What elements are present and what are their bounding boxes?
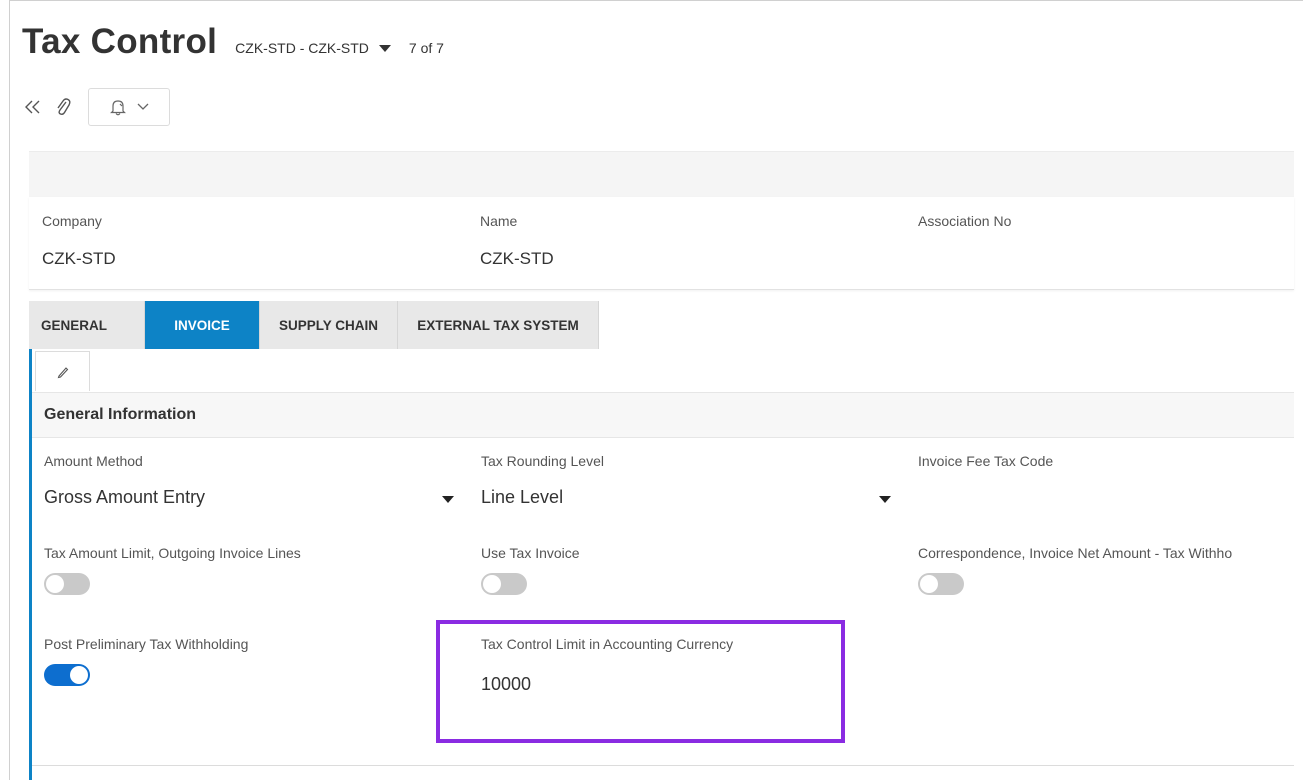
name-field: Name CZK-STD: [480, 213, 554, 269]
company-label: Company: [42, 213, 102, 229]
tab-supply-chain-label: SUPPLY CHAIN: [278, 317, 379, 333]
tab-invoice[interactable]: INVOICE: [145, 301, 260, 349]
tax-amount-limit-label: Tax Amount Limit, Outgoing Invoice Lines: [44, 545, 301, 561]
tax-amount-limit-toggle[interactable]: [44, 573, 90, 595]
tab-bar: GENERAL INVOICE SUPPLY CHAIN EXTERNAL TA…: [29, 301, 599, 349]
name-label: Name: [480, 213, 518, 229]
post-preliminary-field: Post Preliminary Tax Withholding: [44, 636, 248, 686]
post-preliminary-label: Post Preliminary Tax Withholding: [44, 636, 249, 652]
tab-external-tax-system[interactable]: EXTERNAL TAX SYSTEM: [398, 301, 599, 349]
summary-card: Company CZK-STD Name CZK-STD Association…: [29, 197, 1294, 290]
correspondence-toggle[interactable]: [918, 573, 964, 595]
caret-down-icon: [442, 496, 454, 503]
highlight-box: [436, 620, 845, 743]
notification-dropdown-button[interactable]: [88, 88, 170, 126]
page-title: Tax Control: [22, 22, 218, 61]
association-label: Association No: [918, 213, 1012, 229]
correspondence-field: Correspondence, Invoice Net Amount - Tax…: [918, 545, 1294, 595]
use-tax-invoice-field: Use Tax Invoice: [481, 545, 580, 595]
toolbar: [22, 88, 170, 126]
record-selector[interactable]: CZK-STD - CZK-STD: [235, 40, 391, 56]
tab-supply-chain[interactable]: SUPPLY CHAIN: [260, 301, 398, 349]
correspondence-label: Correspondence, Invoice Net Amount - Tax…: [918, 545, 1233, 561]
tax-rounding-field: Tax Rounding Level Line Level: [481, 453, 891, 508]
amount-method-select[interactable]: Gross Amount Entry: [44, 487, 454, 508]
use-tax-invoice-toggle[interactable]: [481, 573, 527, 595]
company-value: CZK-STD: [42, 249, 116, 268]
amount-method-field: Amount Method Gross Amount Entry: [44, 453, 454, 508]
chevron-down-icon: [137, 103, 149, 110]
record-count: 7 of 7: [408, 40, 444, 56]
caret-down-icon: [378, 44, 391, 52]
section-title: General Information: [44, 406, 197, 423]
name-value: CZK-STD: [480, 249, 554, 268]
record-selector-label: CZK-STD - CZK-STD: [235, 40, 369, 56]
toggle-knob: [46, 575, 64, 593]
tab-external-tax-system-label: EXTERNAL TAX SYSTEM: [417, 317, 579, 333]
invoice-fee-tax-code-label: Invoice Fee Tax Code: [918, 453, 1054, 469]
pencil-icon: [57, 366, 68, 378]
amount-method-label: Amount Method: [44, 453, 143, 469]
toggle-knob: [920, 575, 938, 593]
divider: [32, 765, 1294, 766]
association-field: Association No: [918, 213, 1011, 249]
use-tax-invoice-label: Use Tax Invoice: [481, 545, 580, 561]
caret-down-icon: [879, 496, 891, 503]
header-band: [29, 151, 1294, 198]
toggle-knob: [483, 575, 501, 593]
tax-rounding-select[interactable]: Line Level: [481, 487, 891, 508]
tax-rounding-label: Tax Rounding Level: [481, 453, 604, 469]
tab-general[interactable]: GENERAL: [29, 301, 145, 349]
title-row: Tax Control CZK-STD - CZK-STD 7 of 7: [22, 22, 444, 62]
tax-amount-limit-field: Tax Amount Limit, Outgoing Invoice Lines: [44, 545, 301, 595]
double-chevron-left-icon[interactable]: [22, 96, 44, 118]
post-preliminary-toggle[interactable]: [44, 664, 90, 686]
tax-rounding-value: Line Level: [481, 487, 564, 507]
edit-button[interactable]: [35, 351, 90, 391]
amount-method-value: Gross Amount Entry: [44, 487, 206, 507]
invoice-fee-tax-code-field: Invoice Fee Tax Code: [918, 453, 1053, 469]
section-header[interactable]: General Information: [32, 392, 1294, 438]
company-field: Company CZK-STD: [42, 213, 116, 269]
bell-icon: [110, 100, 126, 116]
paperclip-icon[interactable]: [52, 96, 74, 118]
toggle-knob: [70, 666, 88, 684]
